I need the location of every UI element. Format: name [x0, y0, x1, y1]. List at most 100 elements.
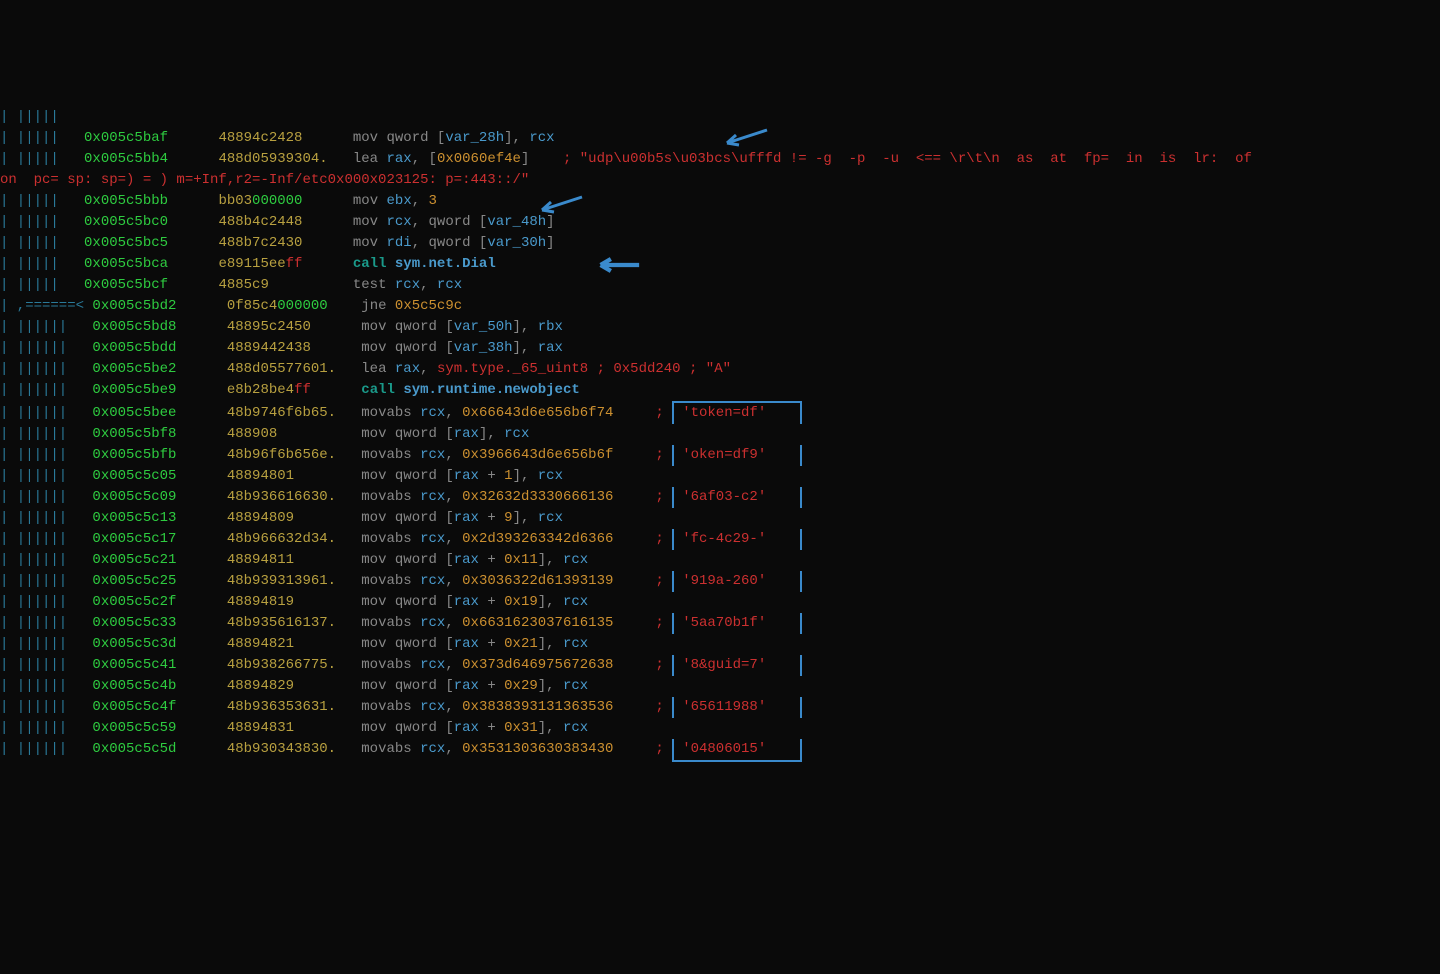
flow-pipes: | |||||| — [0, 319, 92, 335]
address: 0x005c5bdd — [92, 340, 226, 356]
flow-pipes: | |||||| — [0, 426, 92, 442]
mnemonic: mov — [361, 552, 386, 568]
mnemonic: movabs — [361, 405, 411, 421]
asm-line: | |||||| 0x005c5c05 48894801 mov qword [… — [0, 466, 1440, 487]
var: var_48h — [487, 214, 546, 230]
mnemonic: lea — [353, 151, 378, 167]
var: var_30h — [487, 235, 546, 251]
address: 0x005c5c25 — [92, 573, 226, 589]
hex-bytes-ff: ff — [294, 382, 311, 398]
asm-line: | ||||| 0x005c5baf 48894c2428 mov qword … — [0, 128, 1440, 149]
hex-bytes: 48895c2450 — [227, 319, 311, 335]
flow-pipes: | ||||| — [0, 193, 84, 209]
mnemonic: mov — [361, 319, 386, 335]
mnemonic: movabs — [361, 531, 411, 547]
flow-pipes: | ,======< — [0, 298, 92, 314]
asm-line: | |||||| 0x005c5c3d 48894821 mov qword [… — [0, 634, 1440, 655]
sym: sym.type._65_uint8 — [437, 361, 588, 377]
code-lines: | ||||| | ||||| 0x005c5baf 48894c2428 mo… — [0, 107, 1440, 762]
mnemonic: movabs — [361, 657, 411, 673]
operand: ], — [538, 678, 563, 694]
flow-pipes: | |||||| — [0, 720, 92, 736]
operand: qword [ — [395, 552, 454, 568]
mnemonic: mov — [361, 468, 386, 484]
address: 0x005c5c09 — [92, 489, 226, 505]
address: 0x005c5c33 — [92, 615, 226, 631]
flow-pipes: | |||||| — [0, 510, 92, 526]
hex-bytes: 48b936616630. — [227, 489, 336, 505]
address: 0x005c5c59 — [92, 720, 226, 736]
hex-bytes: 48b96f6b656e. — [227, 447, 336, 463]
hex-bytes: 48b938266775. — [227, 657, 336, 673]
hex-bytes: 48b935616137. — [227, 615, 336, 631]
string-annotation: 'oken=df9' — [672, 445, 802, 466]
operand: + — [479, 468, 504, 484]
operand: qword [ — [395, 594, 454, 610]
operand: + — [479, 552, 504, 568]
symcall: sym.net.Dial — [395, 256, 496, 272]
hex-bytes: e8b28be4 — [227, 382, 294, 398]
address: 0x005c5bca — [84, 256, 218, 272]
flow-pipes: | |||||| — [0, 573, 92, 589]
flow-pipes: | ||||| — [0, 151, 84, 167]
num: 3 — [429, 193, 437, 209]
flow-pipes: | |||||| — [0, 741, 92, 757]
flow-pipes: | |||||| — [0, 489, 92, 505]
flow-pipes: | |||||| — [0, 636, 92, 652]
address: 0x005c5c17 — [92, 531, 226, 547]
operand: , — [445, 405, 462, 421]
hex-bytes: 48894c2428 — [218, 130, 302, 146]
mnemonic: mov — [353, 235, 378, 251]
hex-bytes: 48894809 — [227, 510, 294, 526]
operand: ] — [546, 214, 554, 230]
asm-line: | |||||| 0x005c5bdd 4889442438 mov qword… — [0, 338, 1440, 359]
num: 0x29 — [504, 678, 538, 694]
address: 0x005c5c4b — [92, 678, 226, 694]
flow-pipes: | |||||| — [0, 594, 92, 610]
reg: rcx — [420, 489, 445, 505]
hex-bytes: 48894831 — [227, 720, 294, 736]
asm-line: on pc= sp: sp=) = ) m=+Inf,r2=-Inf/etc0x… — [0, 170, 1440, 191]
string-annotation: '6af03-c2' — [672, 487, 802, 508]
asm-line: | ||||| 0x005c5bbb bb03000000 mov ebx, 3 — [0, 191, 1440, 212]
asm-line: | |||||| 0x005c5bfb 48b96f6b656e. movabs… — [0, 445, 1440, 466]
hex-bytes: 48894829 — [227, 678, 294, 694]
string-annotation: 'token=df' — [672, 401, 802, 424]
mnemonic: mov — [353, 193, 378, 209]
mnemonic: mov — [361, 510, 386, 526]
reg: rcx — [420, 741, 445, 757]
hex-bytes: 488d05939304. — [218, 151, 327, 167]
flow-pipes: | |||||| — [0, 468, 92, 484]
num: 0x11 — [504, 552, 538, 568]
reg: rax — [538, 340, 563, 356]
asm-line: | |||||| 0x005c5be2 488d05577601. lea ra… — [0, 359, 1440, 380]
address: 0x005c5bc5 — [84, 235, 218, 251]
flow-pipes: | |||||| — [0, 447, 92, 463]
flow-pipes: | ||||| — [0, 109, 84, 125]
address: 0x005c5bcf — [84, 277, 218, 293]
address: 0x005c5c21 — [92, 552, 226, 568]
operand: ], — [513, 510, 538, 526]
num: 0x5c5c9c — [395, 298, 462, 314]
hex-bytes: 4885c9 — [218, 277, 268, 293]
asm-line: | |||||| 0x005c5c33 48b935616137. movabs… — [0, 613, 1440, 634]
num: 0x3531303630383430 — [462, 741, 613, 757]
flow-pipes: | |||||| — [0, 340, 92, 356]
asm-line: | |||||| 0x005c5be9 e8b28be4ff call sym.… — [0, 380, 1440, 401]
string-annotation: '919a-260' — [672, 571, 802, 592]
operand: ], — [479, 426, 504, 442]
address: 0x005c5c05 — [92, 468, 226, 484]
reg: rcx — [563, 678, 588, 694]
reg: rax — [395, 361, 420, 377]
num: 1 — [504, 468, 512, 484]
reg: rcx — [420, 615, 445, 631]
operand: qword [ — [395, 678, 454, 694]
mnemonic: mov — [353, 130, 378, 146]
operand: ], — [538, 552, 563, 568]
operand: , — [420, 277, 437, 293]
address: 0x005c5c2f — [92, 594, 226, 610]
reg: rcx — [420, 405, 445, 421]
asm-line: | |||||| 0x005c5c21 48894811 mov qword [… — [0, 550, 1440, 571]
address: 0x005c5be2 — [92, 361, 226, 377]
address: 0x005c5bc0 — [84, 214, 218, 230]
